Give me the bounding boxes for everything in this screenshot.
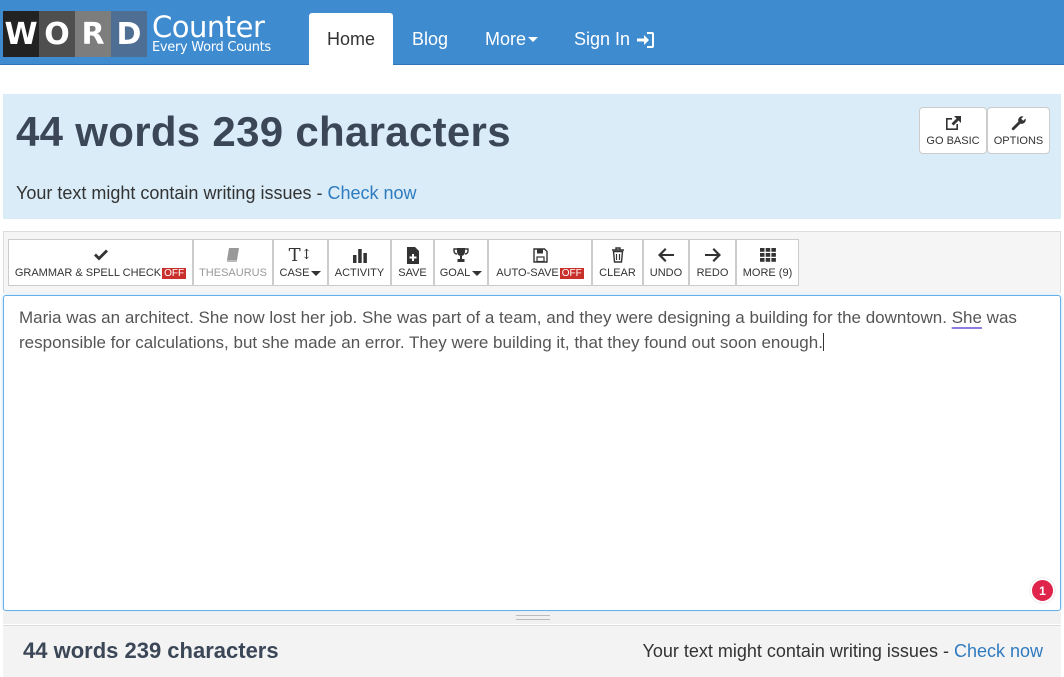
grammar-off-badge: OFF (162, 268, 187, 279)
more-tools-label: MORE (9) (742, 267, 793, 279)
case-label: CASE (279, 267, 310, 279)
sign-in-icon (637, 31, 655, 48)
footer-word-character-count: 44 words 239 characters (23, 638, 279, 663)
issue-text: Your text might contain writing issues - (16, 183, 328, 203)
floppy-disk-icon (532, 247, 548, 263)
logo-letter-d: D (111, 11, 147, 57)
save-file-icon (406, 246, 419, 264)
clear-label: CLEAR (599, 267, 636, 279)
goal-label: GOAL (439, 267, 471, 279)
caret-down-icon (528, 37, 539, 42)
redo-button[interactable]: REDO (689, 239, 736, 286)
editor-content[interactable]: Maria was an architect. She now lost her… (19, 305, 1054, 355)
navbar: W O R D Counter Every Word Counts Home B… (0, 0, 1064, 66)
nav-blog-label: Blog (412, 29, 449, 49)
case-dropdown-button[interactable]: T ↕ CASE (273, 239, 328, 286)
nav-home-label: Home (326, 29, 375, 49)
footer-issue-text: Your text might contain writing issues - (642, 641, 954, 661)
bar-chart-icon (352, 249, 367, 263)
save-label: SAVE (398, 267, 427, 279)
error-count-badge[interactable]: 1 (1030, 578, 1055, 603)
grammar-label: GRAMMAR & SPELL CHECK (14, 267, 162, 279)
auto-save-label: AUTO-SAVE (496, 267, 559, 279)
trash-icon (611, 247, 624, 263)
options-button[interactable]: OPTIONS (987, 107, 1050, 154)
nav-sign-in-link[interactable]: Sign In (574, 13, 655, 66)
nav-more-dropdown[interactable]: More (485, 13, 539, 66)
editor-resize-handle[interactable] (3, 612, 1061, 624)
checkmark-icon (93, 249, 108, 261)
logo-name: Counter (152, 10, 265, 44)
auto-save-off-badge: OFF (559, 268, 584, 279)
more-tools-button[interactable]: MORE (9) (736, 239, 799, 286)
options-label: OPTIONS (993, 134, 1044, 147)
nav-more-label: More (485, 29, 527, 49)
nav-sign-in-label: Sign In (574, 29, 631, 49)
redo-label: REDO (696, 267, 729, 279)
grid-icon (759, 248, 776, 262)
book-icon (227, 248, 239, 262)
caret-down-icon (472, 270, 483, 276)
nav-home-tab[interactable]: Home (309, 13, 393, 66)
logo-letter-r: R (75, 11, 111, 57)
go-basic-label: GO BASIC (926, 134, 980, 147)
external-link-icon (946, 115, 961, 130)
logo-letter-o: O (39, 11, 75, 57)
text-editor[interactable]: Maria was an architect. She now lost her… (3, 295, 1061, 611)
resize-grip-icon (516, 615, 550, 620)
clear-button[interactable]: CLEAR (592, 239, 643, 286)
check-now-link[interactable]: Check now (327, 183, 416, 203)
save-button[interactable]: SAVE (391, 239, 434, 286)
text-case-icon: T ↕ (288, 244, 313, 266)
nav-blog-link[interactable]: Blog (412, 13, 448, 66)
logo-text: Counter Every Word Counts (152, 11, 271, 57)
auto-save-button[interactable]: AUTO-SAVE OFF (488, 239, 592, 286)
editor-text-before: Maria was an architect. She now lost her… (19, 308, 952, 327)
caret-down-icon (311, 270, 322, 276)
footer-check-now-link[interactable]: Check now (954, 641, 1043, 661)
trophy-icon (453, 248, 469, 262)
wordcounter-logo[interactable]: W O R D Counter Every Word Counts (3, 11, 271, 57)
stats-footer: 44 words 239 characters Your text might … (3, 625, 1061, 677)
footer-writing-issue-notice: Your text might contain writing issues -… (642, 641, 1043, 662)
text-cursor (822, 333, 824, 351)
writing-issue-notice: Your text might contain writing issues -… (16, 183, 417, 204)
go-basic-button[interactable]: GO BASIC (919, 107, 987, 154)
arrow-left-icon (658, 248, 674, 262)
goal-dropdown-button[interactable]: GOAL (434, 239, 488, 286)
activity-button[interactable]: ACTIVITY (328, 239, 391, 286)
editor-toolbar: GRAMMAR & SPELL CHECK OFF THESAURUS T ↕ CA… (3, 231, 1061, 293)
logo-tagline: Every Word Counts (152, 40, 271, 55)
wrench-icon (1011, 115, 1026, 130)
grammar-spell-check-button[interactable]: GRAMMAR & SPELL CHECK OFF (8, 239, 193, 286)
flagged-word[interactable]: She (952, 308, 982, 327)
undo-label: UNDO (649, 267, 683, 279)
undo-button[interactable]: UNDO (643, 239, 689, 286)
logo-letter-w: W (3, 11, 39, 57)
word-character-count: 44 words 239 characters (16, 108, 511, 155)
stats-banner: 44 words 239 characters Your text might … (3, 94, 1061, 219)
thesaurus-label: THESAURUS (199, 267, 267, 279)
arrow-right-icon (704, 248, 721, 262)
thesaurus-button[interactable]: THESAURUS (193, 239, 273, 286)
activity-label: ACTIVITY (334, 267, 385, 279)
